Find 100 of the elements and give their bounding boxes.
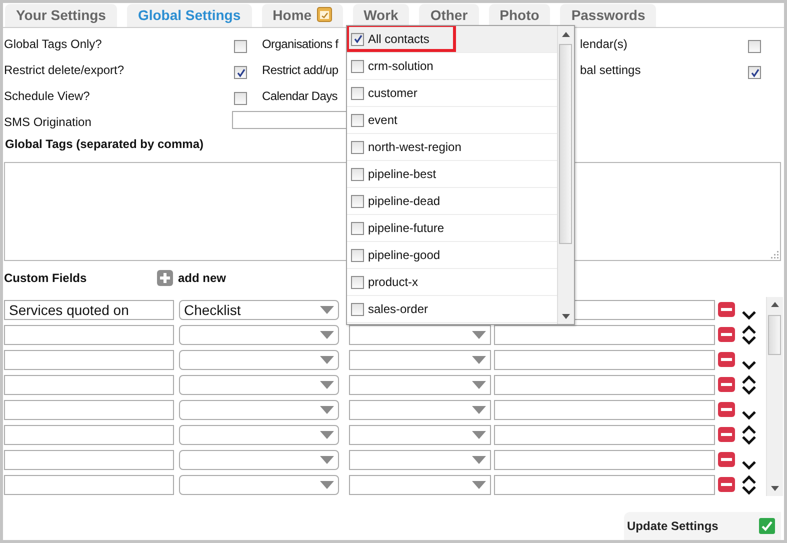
checkbox[interactable] <box>351 194 364 208</box>
field-name-input[interactable] <box>4 424 174 444</box>
setting-label: Global Tags Only? <box>4 37 103 51</box>
scroll-thumb[interactable] <box>768 315 781 355</box>
field-type-select[interactable] <box>179 424 339 444</box>
field-type-select[interactable] <box>179 324 339 344</box>
caret-icon <box>472 330 486 338</box>
checkbox[interactable] <box>351 140 364 154</box>
checkbox[interactable] <box>234 66 247 79</box>
checkbox[interactable] <box>351 86 364 100</box>
dropdown-item[interactable]: north-west-region <box>347 134 557 161</box>
dropdown-item[interactable]: product-x <box>347 269 557 296</box>
text-field[interactable] <box>494 400 715 420</box>
checkbox[interactable] <box>351 114 364 126</box>
checkbox[interactable] <box>748 66 761 79</box>
scroll-down-icon[interactable] <box>562 314 570 319</box>
caret-icon <box>472 456 486 464</box>
remove-icon[interactable] <box>718 352 735 367</box>
resize-grip-icon[interactable] <box>769 249 779 259</box>
update-settings-button[interactable]: Update Settings <box>624 512 781 540</box>
dropdown-item[interactable]: sales-order <box>347 296 557 323</box>
dropdown-item[interactable]: All contacts <box>347 26 557 53</box>
field-type-select[interactable] <box>179 400 339 420</box>
dropdown-item[interactable]: pipeline-dead <box>347 188 557 215</box>
field-name-input[interactable] <box>4 324 174 344</box>
field-type-select[interactable] <box>179 374 339 394</box>
dropdown-item[interactable]: pipeline-good <box>347 242 557 269</box>
dropdown-item[interactable]: customer <box>347 80 557 107</box>
dropdown-item[interactable]: crm-solution <box>347 53 557 80</box>
checkbox[interactable] <box>351 168 364 180</box>
select-field[interactable] <box>349 424 491 444</box>
tab[interactable]: Photo <box>488 4 550 27</box>
select-field[interactable] <box>349 374 491 394</box>
setting-label: lendar(s) <box>580 37 628 51</box>
dropdown-item[interactable]: pipeline-best <box>347 161 557 188</box>
check-icon <box>759 518 775 534</box>
global-tags-label: Global Tags (separated by comma) <box>5 137 204 151</box>
field-name-input[interactable] <box>4 374 174 394</box>
field-name-input[interactable]: Services quoted on <box>4 300 174 320</box>
remove-icon[interactable] <box>718 327 735 342</box>
select-field[interactable] <box>349 400 491 420</box>
checkbox[interactable] <box>351 302 364 316</box>
tab[interactable]: Other <box>419 4 479 27</box>
select-field[interactable] <box>349 450 491 470</box>
text-field[interactable] <box>494 350 715 370</box>
checkbox[interactable] <box>351 248 364 262</box>
select-field[interactable] <box>349 474 491 494</box>
field-type-select[interactable]: Checklist <box>179 300 339 320</box>
add-new-link[interactable]: add new <box>178 271 226 285</box>
select-field[interactable] <box>349 324 491 344</box>
scrollbar[interactable] <box>557 26 574 324</box>
checkbox[interactable] <box>351 60 364 72</box>
remove-icon[interactable] <box>718 402 735 417</box>
checkbox[interactable] <box>234 40 247 53</box>
field-type-select[interactable] <box>179 350 339 370</box>
caret-icon <box>320 406 334 414</box>
field-name-input[interactable] <box>4 450 174 470</box>
checkbox[interactable] <box>351 32 364 46</box>
text-field[interactable] <box>494 424 715 444</box>
scrollbar[interactable] <box>766 297 783 496</box>
scroll-down-icon[interactable] <box>771 486 779 491</box>
sms-origination-label: SMS Origination <box>4 115 92 129</box>
plus-icon[interactable] <box>157 270 173 286</box>
remove-icon[interactable] <box>718 302 735 317</box>
remove-icon[interactable] <box>718 452 735 467</box>
scroll-up-icon[interactable] <box>771 302 779 307</box>
text-field[interactable] <box>494 374 715 394</box>
text-field[interactable] <box>494 474 715 494</box>
text-field[interactable] <box>494 324 715 344</box>
up-down-icon[interactable] <box>741 424 757 444</box>
field-name-input[interactable] <box>4 350 174 370</box>
setting-label: bal settings <box>580 63 642 77</box>
tab[interactable]: Home <box>262 4 343 27</box>
text-field[interactable] <box>494 450 715 470</box>
field-name-input[interactable] <box>4 400 174 420</box>
field-name-input[interactable] <box>4 474 174 494</box>
checkbox[interactable] <box>351 276 364 288</box>
remove-icon[interactable] <box>718 427 735 442</box>
checkbox[interactable] <box>234 92 247 105</box>
tab[interactable]: Work <box>352 4 410 27</box>
tab[interactable]: Your Settings <box>5 4 117 27</box>
remove-icon[interactable] <box>718 377 735 392</box>
tab[interactable]: Passwords <box>560 4 656 27</box>
scroll-up-icon[interactable] <box>562 32 570 37</box>
up-down-icon[interactable] <box>741 374 757 394</box>
dropdown-item[interactable]: pipeline-future <box>347 215 557 242</box>
caret-icon <box>320 480 334 488</box>
checkbox[interactable] <box>748 40 761 53</box>
caret-icon <box>320 430 334 438</box>
up-down-icon[interactable] <box>741 474 757 494</box>
select-field[interactable] <box>349 350 491 370</box>
dropdown-item[interactable]: event <box>347 107 557 134</box>
scroll-thumb[interactable] <box>559 44 572 244</box>
caret-icon <box>320 306 334 314</box>
caret-icon <box>472 406 486 414</box>
checkbox[interactable] <box>351 222 364 234</box>
remove-icon[interactable] <box>718 477 735 492</box>
field-type-select[interactable] <box>179 450 339 470</box>
up-down-icon[interactable] <box>741 324 757 344</box>
field-type-select[interactable] <box>179 474 339 494</box>
